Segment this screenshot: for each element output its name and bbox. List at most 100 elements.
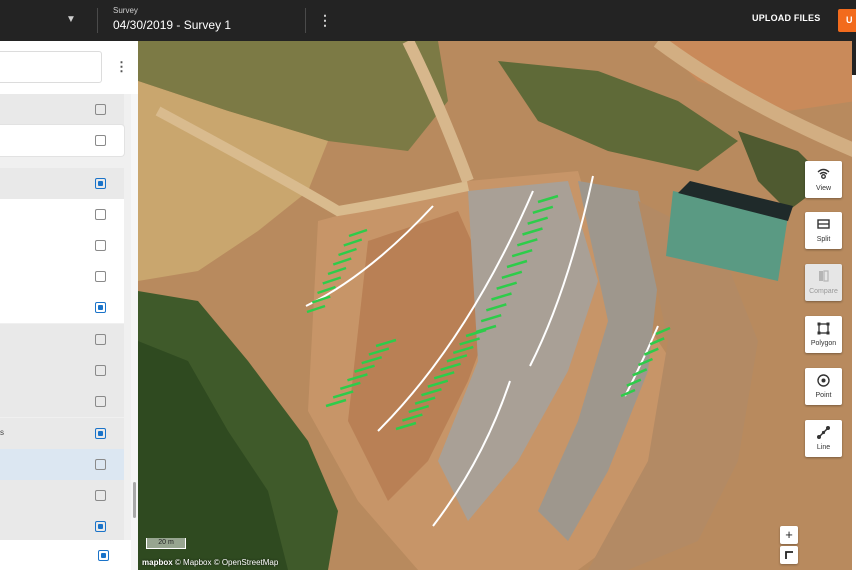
annotation-mark[interactable] [414, 396, 436, 405]
annotation-mark[interactable] [649, 337, 665, 346]
list-item[interactable] [0, 261, 124, 292]
zoom-in-button[interactable]: + [780, 526, 798, 544]
layer-checkbox[interactable] [95, 365, 106, 376]
layer-checkbox[interactable] [95, 240, 106, 251]
list-item[interactable] [0, 324, 124, 355]
compare-tool-button[interactable]: Compare [805, 264, 842, 301]
annotation-mark[interactable] [343, 238, 363, 247]
layer-checkbox[interactable] [95, 209, 106, 220]
annotation-mark[interactable] [408, 404, 430, 414]
list-item[interactable] [0, 94, 124, 125]
upload-files-button[interactable]: UPLOAD FILES [752, 13, 820, 23]
annotation-mark[interactable] [527, 216, 549, 225]
annotation-mark[interactable] [459, 337, 480, 346]
panel-scrollbar[interactable] [131, 94, 138, 570]
annotation-mark[interactable] [496, 281, 518, 290]
annotation-mark[interactable] [361, 355, 383, 365]
annotation-mark[interactable] [638, 357, 653, 367]
annotation-mark[interactable] [632, 368, 648, 377]
list-item[interactable] [0, 230, 124, 261]
annotation-mark[interactable] [626, 378, 642, 387]
annotation-mark[interactable] [327, 266, 347, 276]
layer-checkbox[interactable] [95, 104, 106, 115]
annotation-mark[interactable] [491, 292, 512, 301]
list-item[interactable] [0, 480, 124, 511]
annotation-mark[interactable] [317, 285, 336, 295]
annotation-mark[interactable] [516, 238, 538, 247]
annotation-mark[interactable] [332, 390, 354, 399]
annotation-mark[interactable] [368, 347, 390, 356]
annotation-layer[interactable] [138, 41, 856, 570]
reset-bearing-button[interactable] [780, 546, 798, 564]
annotation-mark[interactable] [511, 248, 533, 258]
annotation-mark[interactable] [325, 398, 347, 408]
point-icon [817, 374, 830, 387]
annotation-mark[interactable] [480, 313, 502, 323]
list-item[interactable] [0, 168, 124, 199]
annotation-mark[interactable] [452, 345, 474, 355]
map-view[interactable]: View Split Compare Polygon Point Line + … [138, 41, 856, 570]
survey-menu-icon[interactable]: ⋮ [318, 12, 332, 28]
annotation-mark[interactable] [433, 371, 455, 380]
polygon-tool-button[interactable]: Polygon [805, 316, 842, 353]
layer-checkbox[interactable] [95, 271, 106, 282]
annotation-mark[interactable] [347, 373, 368, 382]
layer-checkbox[interactable] [95, 459, 106, 470]
list-item-selected[interactable] [0, 449, 124, 480]
layers-panel: ⋮ s [0, 41, 138, 570]
orange-action-button[interactable]: U [838, 9, 856, 32]
panel-search-input[interactable] [0, 51, 102, 83]
list-item[interactable] [0, 125, 124, 156]
layer-checkbox[interactable] [95, 396, 106, 407]
list-item[interactable] [0, 355, 124, 386]
attribution-text[interactable]: © Mapbox © OpenStreetMap [175, 558, 278, 567]
annotation-mark[interactable] [402, 413, 423, 422]
annotation-mark[interactable] [338, 247, 357, 257]
annotation-mark[interactable] [348, 228, 368, 238]
view-tool-button[interactable]: View [805, 161, 842, 198]
list-item[interactable]: s [0, 418, 124, 449]
annotation-mark[interactable] [440, 362, 461, 372]
annotation-mark[interactable] [655, 326, 671, 336]
list-item[interactable] [0, 292, 124, 323]
layer-checkbox[interactable] [95, 490, 106, 501]
annotation-mark[interactable] [311, 295, 331, 304]
annotation-mark[interactable] [501, 270, 523, 280]
scrollbar-thumb[interactable] [133, 482, 136, 518]
annotation-mark[interactable] [375, 338, 397, 348]
layer-checkbox[interactable] [98, 550, 109, 561]
panel-menu-icon[interactable]: ⋮ [115, 58, 128, 76]
layer-checkbox[interactable] [95, 178, 106, 189]
split-tool-button[interactable]: Split [805, 212, 842, 249]
list-item[interactable] [0, 540, 138, 570]
list-item[interactable] [0, 199, 124, 230]
annotation-mark[interactable] [354, 364, 375, 373]
list-item[interactable] [0, 386, 124, 417]
annotation-mark[interactable] [395, 421, 417, 431]
layer-checkbox[interactable] [95, 302, 106, 313]
annotation-mark[interactable] [506, 259, 528, 269]
annotation-mark[interactable] [332, 257, 352, 266]
annotation-mark[interactable] [643, 347, 659, 356]
annotation-mark[interactable] [537, 194, 559, 204]
layer-checkbox[interactable] [95, 521, 106, 532]
annotation-mark[interactable] [339, 381, 361, 391]
annotation-mark[interactable] [427, 379, 449, 388]
annotation-mark[interactable] [446, 354, 468, 363]
tool-label: Polygon [810, 340, 837, 347]
annotation-mark[interactable] [522, 227, 543, 236]
project-dropdown-chevron-icon[interactable]: ▼ [64, 13, 78, 27]
layer-checkbox[interactable] [95, 428, 106, 439]
annotation-mark[interactable] [322, 276, 342, 285]
annotation-mark[interactable] [532, 205, 554, 215]
line-tool-button[interactable]: Line [805, 420, 842, 457]
list-item[interactable] [0, 511, 124, 542]
annotation-mark[interactable] [421, 387, 442, 397]
layer-checkbox[interactable] [95, 135, 106, 146]
survey-title[interactable]: 04/30/2019 - Survey 1 [113, 18, 231, 32]
point-tool-button[interactable]: Point [805, 368, 842, 405]
annotation-mark[interactable] [485, 303, 507, 312]
layer-checkbox[interactable] [95, 334, 106, 345]
annotation-mark[interactable] [306, 304, 326, 314]
annotation-mark[interactable] [620, 388, 636, 398]
